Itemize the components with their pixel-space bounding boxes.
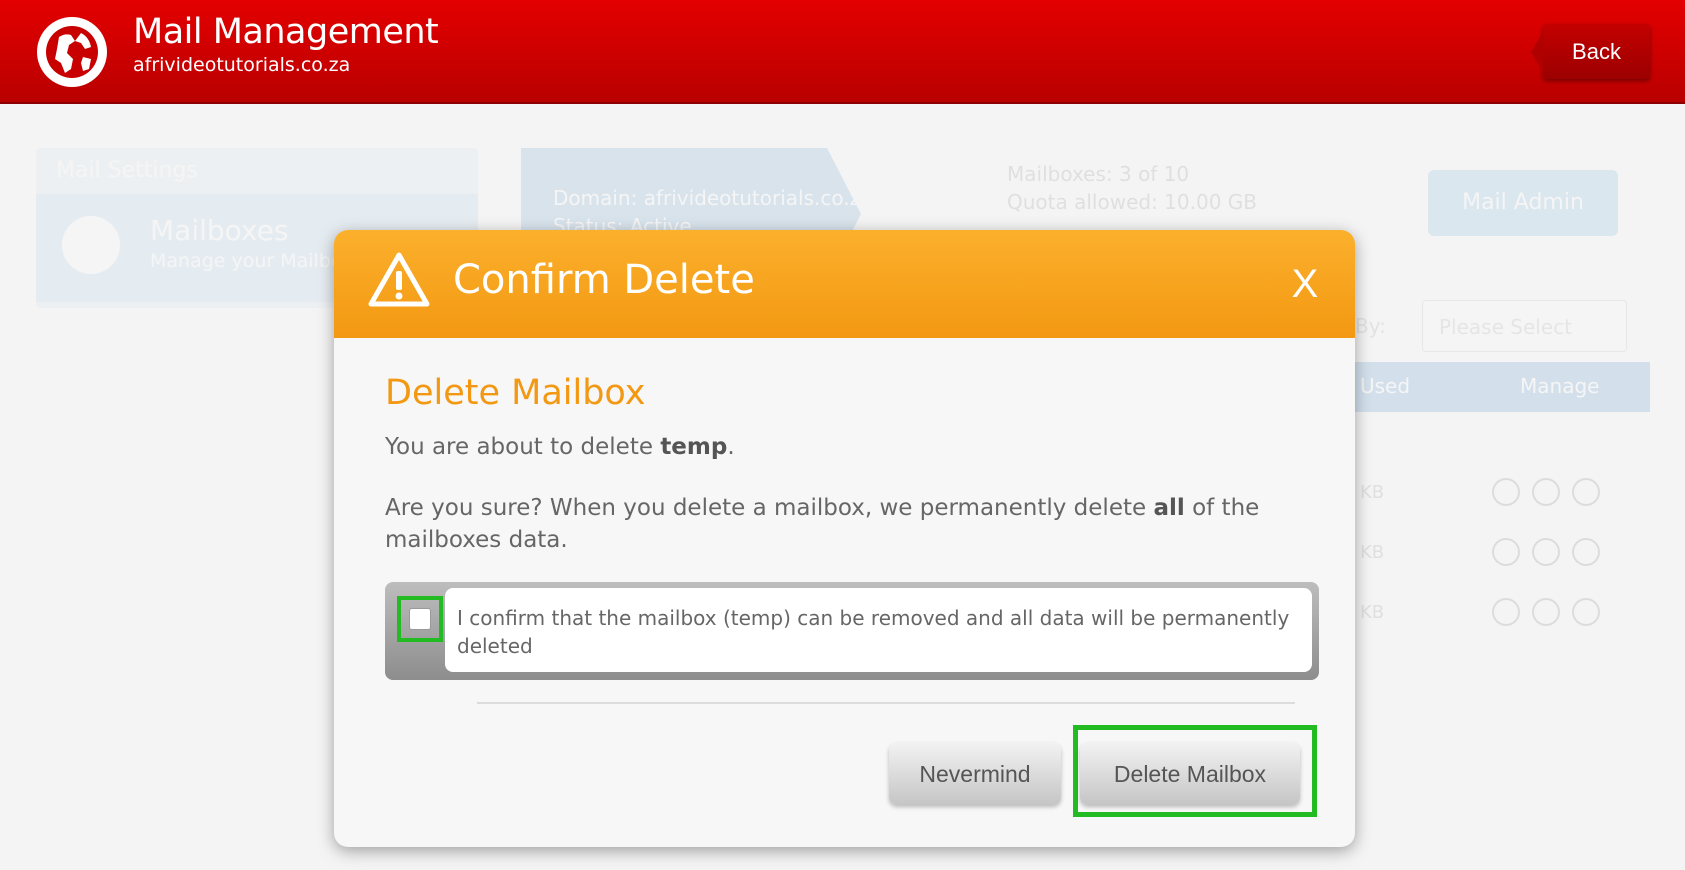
confirm-delete-dialog: Confirm Delete X Delete Mailbox You are … [334, 230, 1355, 847]
warning-emphasis: all [1153, 495, 1185, 521]
col-used: Used [1360, 374, 1411, 398]
checkbox-highlight [397, 596, 443, 642]
dialog-header: Confirm Delete X [334, 230, 1355, 338]
table-row: KB [1340, 588, 1650, 638]
info-icon[interactable] [1492, 538, 1520, 566]
table-row: KB [1340, 468, 1650, 518]
table-header: Used Manage [1340, 362, 1650, 412]
delete-warning: Are you sure? When you delete a mailbox,… [385, 492, 1315, 556]
mailboxes-count: Mailboxes: 3 of 10 [1007, 162, 1190, 186]
domain-subtitle: afrivideotutorials.co.za [133, 54, 351, 76]
delete-icon[interactable] [1572, 478, 1600, 506]
confirm-checkbox[interactable] [409, 608, 431, 630]
domain-label: Domain: afrivideotutorials.co.za [553, 186, 873, 210]
envelope-icon [62, 216, 120, 274]
notice-text-end: . [727, 434, 735, 460]
app-header: Mail Management afrivideotutorials.co.za… [0, 0, 1685, 104]
mailbox-stats: Mailboxes: 3 of 10 Quota allowed: 10.00 … [1007, 160, 1257, 216]
mailbox-name: temp [660, 434, 728, 460]
info-icon[interactable] [1492, 478, 1520, 506]
col-manage: Manage [1520, 374, 1600, 398]
divider [477, 702, 1295, 704]
warning-icon [368, 252, 430, 307]
sort-by-label: By: [1355, 314, 1386, 338]
sidebar-item-label: Mailboxes [150, 214, 289, 247]
quota-allowed: Quota allowed: 10.00 GB [1007, 190, 1257, 214]
notice-text: You are about to delete [385, 434, 661, 460]
dialog-heading: Delete Mailbox [385, 373, 646, 413]
confirm-text: I confirm that the mailbox (temp) can be… [457, 606, 1290, 658]
delete-mailbox-button[interactable]: Delete Mailbox [1080, 743, 1300, 805]
globe-icon [37, 17, 107, 87]
edit-icon[interactable] [1532, 478, 1560, 506]
delete-icon[interactable] [1572, 598, 1600, 626]
mail-settings-title: Mail Settings [56, 158, 198, 183]
info-icon[interactable] [1492, 598, 1520, 626]
row-used: KB [1360, 602, 1385, 623]
confirm-text-box[interactable]: I confirm that the mailbox (temp) can be… [445, 588, 1312, 672]
row-used: KB [1360, 482, 1385, 503]
sort-select[interactable]: Please Select [1422, 300, 1627, 352]
edit-icon[interactable] [1532, 538, 1560, 566]
warning-text: Are you sure? When you delete a mailbox,… [385, 495, 1154, 521]
back-button[interactable]: Back [1531, 24, 1650, 79]
nevermind-button[interactable]: Nevermind [889, 743, 1061, 805]
app-title: Mail Management [133, 12, 439, 52]
delete-icon[interactable] [1572, 538, 1600, 566]
delete-notice: You are about to delete temp. [385, 434, 735, 460]
row-used: KB [1360, 542, 1385, 563]
edit-icon[interactable] [1532, 598, 1560, 626]
table-row: KB [1340, 528, 1650, 578]
dialog-title: Confirm Delete [453, 257, 755, 303]
close-button[interactable]: X [1285, 260, 1325, 308]
confirm-row: I confirm that the mailbox (temp) can be… [385, 582, 1319, 680]
sidebar-item-sublabel: Manage your Mailbo [150, 250, 343, 272]
mail-admin-button[interactable]: Mail Admin [1428, 170, 1618, 236]
